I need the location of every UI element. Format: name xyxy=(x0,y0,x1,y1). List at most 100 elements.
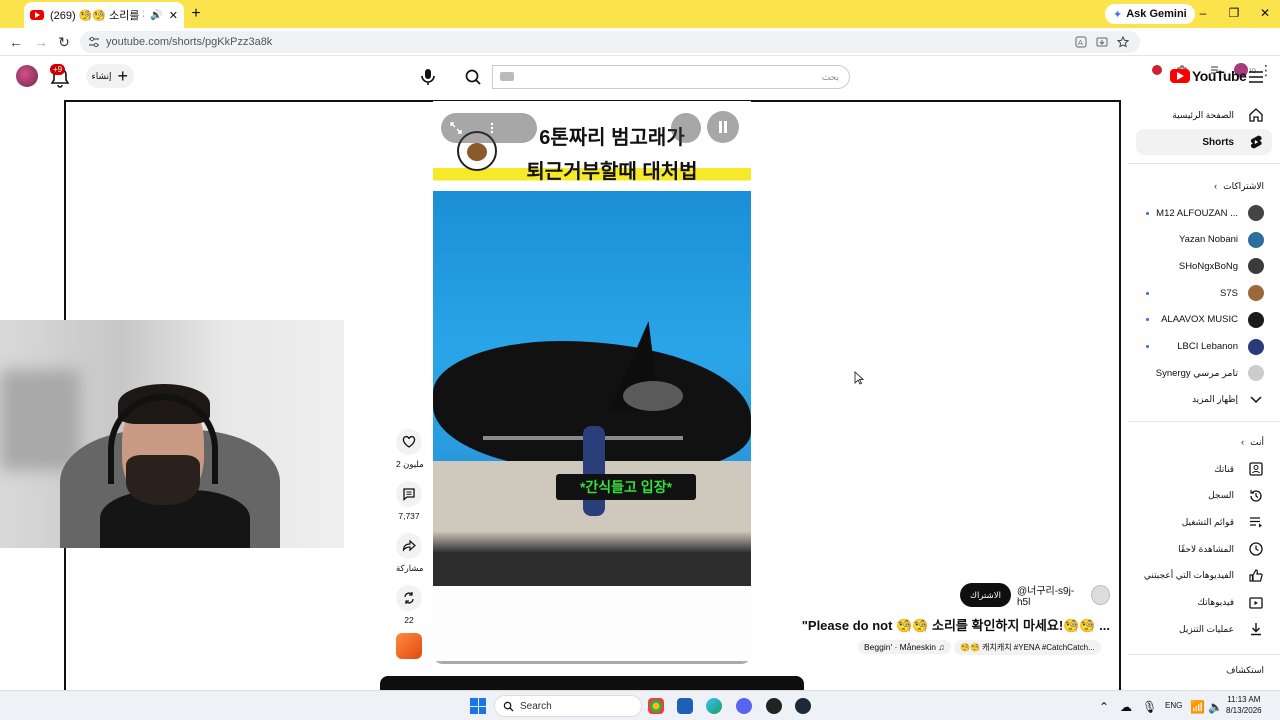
account-avatar[interactable] xyxy=(16,65,38,87)
extension-red-icon[interactable] xyxy=(1151,64,1163,76)
sidebar-item-label: المشاهدة لاحقًا xyxy=(1178,543,1234,554)
cloud-icon[interactable]: ☁ xyxy=(1120,700,1132,714)
music-tag[interactable]: Beggin' · Måneskin ♫ xyxy=(858,640,951,654)
volume-icon[interactable] xyxy=(671,113,701,143)
windows-start-icon[interactable] xyxy=(470,698,486,714)
sidebar-subscription-item[interactable]: LBCI Lebanon xyxy=(1136,334,1272,360)
comment-button[interactable] xyxy=(396,481,422,507)
chrome-app-icon[interactable] xyxy=(648,698,664,714)
short-title[interactable]: "Please do not 🧐🧐 소리를 확인하지 마세요!🧐🧐 ... xyxy=(790,615,1110,634)
steam-app-icon[interactable] xyxy=(795,698,811,714)
watch-later-icon xyxy=(1249,542,1263,556)
site-info-icon[interactable] xyxy=(88,36,100,48)
sidebar-item-label: الفيديوهات التي أعجبتني xyxy=(1143,570,1234,581)
subscriptions-heading[interactable]: ‹ الاشتراكات xyxy=(1136,176,1272,196)
sidebar-subscription-item[interactable]: S7S xyxy=(1136,280,1272,306)
sidebar-subscription-item[interactable]: Yazan Nobani xyxy=(1136,227,1272,253)
forward-icon[interactable]: → xyxy=(33,34,49,50)
subscription-name: SHoNgxBoNg xyxy=(1178,260,1238,272)
hashtag-tag[interactable]: 🧐🧐 캐치캐치 #YENA #CatchCatch... xyxy=(954,640,1101,655)
sidebar-item-like[interactable]: الفيديوهات التي أعجبتني xyxy=(1136,563,1272,589)
you-heading[interactable]: ‹ أنت xyxy=(1136,432,1272,452)
show-more-label: إظهار المزيد xyxy=(1191,393,1238,404)
downloads-icon xyxy=(1251,623,1261,636)
taskbar-search[interactable]: Search xyxy=(494,695,642,717)
sidebar-subscription-item[interactable]: SHoNgxBoNg xyxy=(1136,253,1272,279)
sidebar-item-shorts[interactable]: Shorts xyxy=(1136,129,1272,155)
voice-search-mic-icon[interactable] xyxy=(416,65,440,89)
back-icon[interactable]: ← xyxy=(8,34,24,50)
sidebar-divider xyxy=(1128,421,1280,422)
create-button[interactable]: إنشاء + xyxy=(86,64,134,88)
minimize-window-icon[interactable]: – xyxy=(1196,6,1210,20)
history-icon xyxy=(1250,489,1262,502)
subscription-name: ALAAVOX MUSIC xyxy=(1161,314,1238,326)
sidebar-item-home[interactable]: الصفحة الرئيسية xyxy=(1136,102,1272,128)
sidebar-subscription-item[interactable]: Synergy تامر مرسي xyxy=(1136,360,1272,386)
new-content-dot xyxy=(1146,318,1149,322)
search-icon xyxy=(503,701,514,712)
chevron-up-icon[interactable]: ⌃ xyxy=(1099,700,1111,714)
new-tab-button[interactable]: + xyxy=(188,6,204,22)
hamburger-menu-icon[interactable] xyxy=(1248,70,1264,84)
share-action[interactable]: مشاركة xyxy=(396,533,424,574)
comment-action[interactable]: 7,737 xyxy=(396,481,422,521)
ask-gemini-button[interactable]: ✦ Ask Gemini xyxy=(1105,4,1195,24)
video-progress-bar[interactable] xyxy=(433,661,751,664)
remix-button[interactable] xyxy=(396,585,422,611)
keyboard-icon[interactable] xyxy=(500,72,514,81)
expand-icon[interactable] xyxy=(449,121,463,135)
like-button[interactable] xyxy=(396,429,422,455)
channel-avatar[interactable] xyxy=(1090,585,1110,605)
clock-time: 11:13 AM xyxy=(1227,695,1261,704)
sound-thumbnail[interactable] xyxy=(396,633,422,659)
tab-close-icon[interactable]: ✕ xyxy=(169,9,178,22)
pause-icon[interactable] xyxy=(707,111,739,143)
share-button[interactable] xyxy=(396,533,422,559)
share-label: مشاركة xyxy=(396,563,424,573)
discord-app-icon[interactable] xyxy=(736,698,752,714)
browser-tab[interactable]: (269) 🧐🧐 소리를 확인하지 🔊 ✕ xyxy=(24,2,184,28)
sidebar-item-channel[interactable]: قناتك xyxy=(1136,456,1272,482)
like-action[interactable]: 2 مليون xyxy=(396,429,424,470)
sidebar-item-label: الصفحة الرئيسية xyxy=(1172,109,1234,120)
bookmark-star-icon[interactable] xyxy=(1117,36,1129,48)
mic-icon[interactable]: 🎙 xyxy=(1142,700,1157,714)
next-short-preview[interactable] xyxy=(380,676,804,690)
remix-action[interactable]: 22 xyxy=(396,585,422,625)
sidebar-item-downloads[interactable]: عمليات التنزيل xyxy=(1136,616,1272,642)
more-options-icon[interactable] xyxy=(485,121,499,135)
sidebar-item-history[interactable]: السجل xyxy=(1136,483,1272,509)
sidebar-item-label: فيديوهاتك xyxy=(1197,597,1234,607)
tab-audio-icon[interactable]: 🔊 xyxy=(150,10,162,21)
search-input[interactable]: بحث xyxy=(492,65,850,89)
address-bar[interactable]: youtube.com/shorts/pgKkPzz3a8k A xyxy=(80,31,1140,53)
volume-icon[interactable]: 🔈 xyxy=(1208,700,1223,714)
sidebar-subscription-item[interactable]: M12 ALFOUZAN ... xyxy=(1136,200,1272,226)
search-icon[interactable] xyxy=(456,65,490,89)
sidebar-item-your-videos[interactable]: فيديوهاتك xyxy=(1136,590,1272,616)
input-language[interactable]: ENG xyxy=(1165,701,1182,710)
background-blur-image xyxy=(0,370,80,470)
install-app-icon[interactable] xyxy=(1096,36,1108,48)
channel-handle[interactable]: @너구리-s9j-h5l xyxy=(1017,582,1085,608)
wifi-icon[interactable]: 📶 xyxy=(1190,700,1205,714)
store-app-icon[interactable] xyxy=(677,698,693,714)
app-icon[interactable] xyxy=(766,698,782,714)
show-more-button[interactable]: إظهار المزيد xyxy=(1136,386,1272,412)
reload-icon[interactable]: ↻ xyxy=(56,34,72,50)
restore-window-icon[interactable]: ❐ xyxy=(1227,6,1241,20)
shorts-player[interactable]: 6톤짜리 범고래가 퇴근거부할때 대처법 *간식들고 입장* xyxy=(433,101,751,664)
sidebar-subscription-item[interactable]: ALAAVOX MUSIC xyxy=(1136,307,1272,333)
sidebar-item-label: السجل xyxy=(1208,490,1234,501)
channel-row: الاشتراك @너구리-s9j-h5l xyxy=(960,582,1110,608)
subscribe-button[interactable]: الاشتراك xyxy=(960,583,1011,607)
youtube-logo[interactable]: YouTube JO xyxy=(1170,68,1256,84)
edge-app-icon[interactable] xyxy=(706,698,722,714)
sidebar-item-playlists[interactable]: قوائم التشغيل xyxy=(1136,509,1272,535)
translate-icon[interactable]: A xyxy=(1075,36,1087,48)
close-window-icon[interactable]: ✕ xyxy=(1258,6,1272,20)
video-frame[interactable]: *간식들고 입장* xyxy=(433,191,751,586)
system-clock[interactable]: 11:13 AM 8/13/2026 xyxy=(1226,694,1262,716)
sidebar-item-watch-later[interactable]: المشاهدة لاحقًا xyxy=(1136,536,1272,562)
